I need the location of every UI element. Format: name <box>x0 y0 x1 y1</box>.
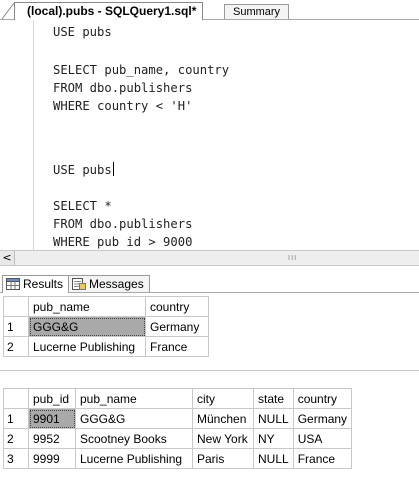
row-number[interactable]: 2 <box>3 428 29 449</box>
text-caret <box>112 162 114 176</box>
grid-2-col-city[interactable]: city <box>192 388 254 409</box>
tab-summary[interactable]: Summary <box>224 4 290 19</box>
result-grid-2-table: pub_id pub_name city state country 1 990… <box>3 388 353 469</box>
tab-messages[interactable]: Messages <box>68 275 150 292</box>
document-tab-strip: (local).pubs - SQLQuery1.sql* Summary <box>0 0 419 20</box>
code-line-10: SELECT * <box>53 199 112 213</box>
grid-cell[interactable]: New York <box>192 428 254 449</box>
grid-divider <box>0 370 419 371</box>
tab-messages-label: Messages <box>89 277 144 291</box>
grid-2-corner[interactable] <box>3 388 29 409</box>
grid-cell[interactable]: Scootney Books <box>75 428 193 449</box>
table-row: 2 9952 Scootney Books New York NY USA <box>3 428 353 449</box>
grid-2-col-country[interactable]: country <box>293 388 353 409</box>
grid-cell[interactable]: NULL <box>253 448 294 469</box>
grid-2-col-pub-name[interactable]: pub_name <box>75 388 193 409</box>
grid-icon <box>6 278 20 290</box>
scroll-left-arrow-icon[interactable]: < <box>0 251 15 265</box>
grid-cell[interactable]: France <box>145 336 209 357</box>
scrollbar-grip-icon[interactable]: III <box>288 254 297 262</box>
grid-cell[interactable]: France <box>293 448 353 469</box>
tab-results-label: Results <box>23 277 64 291</box>
result-grid-2[interactable]: pub_id pub_name city state country 1 990… <box>3 388 399 469</box>
code-line-1: USE pubs <box>53 25 112 39</box>
grid-cell-selected[interactable]: 9901 <box>28 408 76 429</box>
grid-cell[interactable]: 9952 <box>28 428 76 449</box>
result-grid-1-table: pub_name country 1 GGG&G Germany 2 Lucer… <box>3 296 209 357</box>
grid-cell[interactable]: Paris <box>192 448 254 469</box>
grid-cell[interactable]: Germany <box>293 408 353 429</box>
grid-2-col-pub-id[interactable]: pub_id <box>28 388 76 409</box>
row-number[interactable]: 2 <box>3 336 29 357</box>
code-line-8: USE pubs <box>53 161 114 179</box>
sql-editor[interactable]: USE pubs SELECT pub_name, country FROM d… <box>0 20 419 250</box>
code-line-5: WHERE country < 'H' <box>53 99 193 113</box>
grid-cell[interactable]: München <box>192 408 254 429</box>
editor-horizontal-scrollbar[interactable]: < III <box>0 250 419 266</box>
grid-cell[interactable]: GGG&G <box>75 408 193 429</box>
code-line-8-text: USE pubs <box>53 163 112 177</box>
row-number[interactable]: 3 <box>3 448 29 469</box>
results-tab-strip: Results Messages <box>0 272 419 293</box>
grid-1-header-row: pub_name country <box>3 296 209 317</box>
table-row: 1 GGG&G Germany <box>3 316 209 337</box>
grid-1-col-pub-name[interactable]: pub_name <box>28 296 146 317</box>
grid-cell[interactable]: Lucerne Publishing <box>28 336 146 357</box>
grid-cell[interactable]: 9999 <box>28 448 76 469</box>
code-line-4: FROM dbo.publishers <box>53 81 193 95</box>
grid-2-header-row: pub_id pub_name city state country <box>3 388 353 409</box>
grid-cell[interactable]: NULL <box>253 408 294 429</box>
grid-1-corner[interactable] <box>3 296 29 317</box>
tab-sqlquery1[interactable]: (local).pubs - SQLQuery1.sql* <box>14 2 204 20</box>
grid-cell[interactable]: Germany <box>145 316 209 337</box>
result-grid-1[interactable]: pub_name country 1 GGG&G Germany 2 Lucer… <box>3 296 235 357</box>
messages-icon <box>72 278 86 290</box>
code-line-11: FROM dbo.publishers <box>53 217 193 231</box>
grid-cell[interactable]: Lucerne Publishing <box>75 448 193 469</box>
table-row: 1 9901 GGG&G München NULL Germany <box>3 408 353 429</box>
grid-cell-selected[interactable]: GGG&G <box>28 316 146 337</box>
grid-cell[interactable]: NY <box>253 428 294 449</box>
row-number[interactable]: 1 <box>3 408 29 429</box>
code-line-3: SELECT pub_name, country <box>53 63 230 77</box>
grid-1-col-country[interactable]: country <box>145 296 209 317</box>
query-window: (local).pubs - SQLQuery1.sql* Summary US… <box>0 0 419 478</box>
row-number[interactable]: 1 <box>3 316 29 337</box>
tab-results[interactable]: Results <box>2 275 70 293</box>
code-line-12: WHERE pub id > 9000 <box>53 235 193 249</box>
table-row: 2 Lucerne Publishing France <box>3 336 209 357</box>
table-row: 3 9999 Lucerne Publishing Paris NULL Fra… <box>3 448 353 469</box>
grid-2-col-state[interactable]: state <box>253 388 294 409</box>
editor-margin-line <box>33 20 34 250</box>
grid-cell[interactable]: USA <box>293 428 353 449</box>
editor-gutter <box>0 20 30 250</box>
results-pane: Results Messages pub_name country 1 GGG&… <box>0 266 419 478</box>
